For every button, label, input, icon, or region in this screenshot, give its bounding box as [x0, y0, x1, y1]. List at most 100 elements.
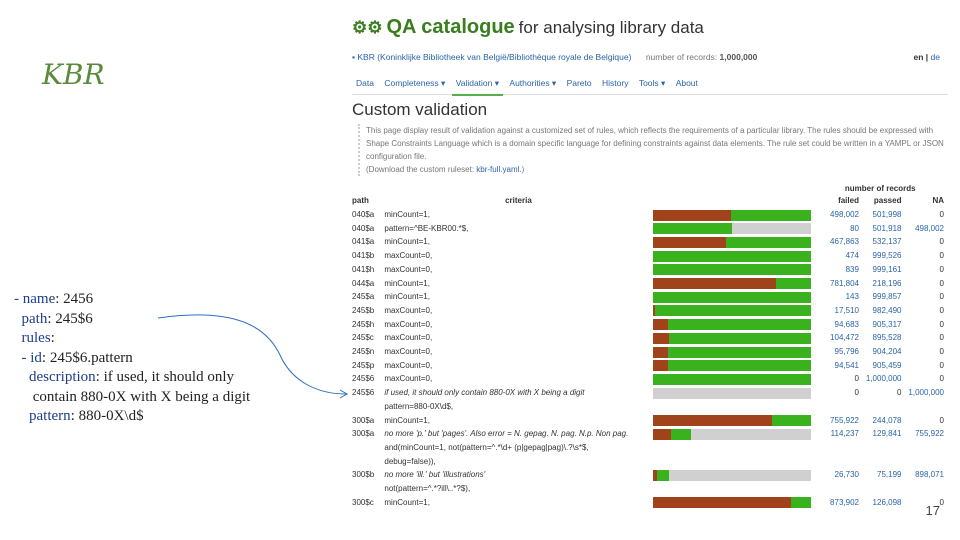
na-segment: [652, 387, 811, 399]
row-bar-cell: [652, 386, 817, 413]
row-passed[interactable]: 532,137: [859, 235, 902, 249]
row-criteria: if used, it should only contain 880-0X w…: [382, 386, 652, 413]
result-bar: [652, 305, 811, 317]
failed-segment: [652, 428, 671, 440]
row-na: 0: [939, 347, 944, 357]
table-row: 041$b maxCount=0, 474 999,526 0: [350, 249, 944, 263]
table-row: 300$a minCount=1, 755,922 244,078 0: [350, 414, 944, 428]
tab-history[interactable]: History: [598, 72, 632, 93]
row-passed[interactable]: 126,098: [859, 496, 902, 510]
row-bar-cell: [652, 222, 817, 236]
result-bar: [652, 428, 811, 440]
row-criteria: minCount=1,: [382, 235, 652, 249]
yaml-rules-value: :: [50, 330, 55, 346]
result-bar: [652, 497, 811, 509]
row-failed[interactable]: 26,730: [816, 468, 859, 495]
row-bar-cell: [652, 414, 817, 428]
criteria-line: no more 'p.' but 'pages'. Also error = N…: [384, 429, 629, 439]
row-failed[interactable]: 498,002: [816, 208, 859, 222]
row-failed[interactable]: 873,902: [816, 496, 859, 510]
row-passed[interactable]: 129,841: [859, 427, 902, 468]
lang-de[interactable]: de: [931, 52, 940, 62]
failed-segment: [652, 209, 732, 221]
tab-completeness[interactable]: Completeness ▾: [380, 72, 449, 94]
tab-tools[interactable]: Tools ▾: [635, 72, 669, 94]
result-bar: [652, 346, 811, 358]
header-failed: failed: [838, 196, 859, 205]
result-bar: [652, 319, 811, 331]
row-failed[interactable]: 781,804: [816, 277, 859, 291]
criteria-line: minCount=1,: [384, 415, 430, 425]
row-bar-cell: [652, 277, 817, 291]
passed-segment: [726, 236, 811, 248]
failed-segment: [652, 415, 772, 427]
lang-en[interactable]: en: [913, 52, 923, 62]
table-row: 041$a minCount=1, 467,863 532,137 0: [350, 235, 944, 249]
table-row: 041$h maxCount=0, 839 999,161 0: [350, 263, 944, 277]
row-passed[interactable]: 999,857: [859, 290, 902, 304]
criteria-line: maxCount=0,: [384, 333, 433, 343]
row-passed[interactable]: 905,459: [859, 359, 902, 373]
row-failed[interactable]: 839: [816, 263, 859, 277]
tab-data[interactable]: Data: [352, 72, 378, 93]
row-na[interactable]: 755,922: [901, 427, 944, 468]
tab-pareto[interactable]: Pareto: [563, 72, 596, 93]
tab-about[interactable]: About: [672, 72, 702, 93]
criteria-line: maxCount=0,: [384, 374, 433, 384]
download-line: (Download the custom ruleset: kbr-full.y…: [366, 165, 525, 174]
row-path: 245$n: [352, 347, 375, 357]
ruleset-download-link[interactable]: kbr-full.yaml: [476, 165, 519, 174]
row-failed[interactable]: 467,863: [816, 235, 859, 249]
row-na[interactable]: 898,071: [901, 468, 944, 495]
row-na[interactable]: 1,000,000: [901, 386, 944, 413]
row-failed[interactable]: 143: [816, 290, 859, 304]
row-passed[interactable]: 905,317: [859, 318, 902, 332]
row-failed[interactable]: 80: [816, 222, 859, 236]
row-passed[interactable]: 895,528: [859, 331, 902, 345]
passed-segment: [667, 346, 811, 358]
row-failed[interactable]: 95,796: [816, 345, 859, 359]
row-criteria: minCount=1,: [382, 414, 652, 428]
row-passed[interactable]: 218,196: [859, 277, 902, 291]
library-link[interactable]: KBR (Koninklijke Bibliotheek van België/…: [357, 52, 631, 62]
qa-catalogue-screenshot: ⚙⚙ QA catalogue for analysing library data…: [350, 10, 950, 530]
row-passed[interactable]: 904,204: [859, 345, 902, 359]
row-failed[interactable]: 94,541: [816, 359, 859, 373]
row-passed[interactable]: 999,526: [859, 249, 902, 263]
library-line: ▪ KBR (Koninklijke Bibliotheek van Belgi…: [352, 52, 757, 62]
row-passed[interactable]: 501,998: [859, 208, 902, 222]
row-passed[interactable]: 75,199: [859, 468, 901, 495]
row-passed[interactable]: 1,000,000: [859, 372, 902, 386]
row-criteria: no more 'ill.' but 'illustrations' not(pa…: [382, 468, 652, 495]
row-path: 245$b: [352, 305, 375, 315]
row-failed[interactable]: 104,472: [816, 331, 859, 345]
row-passed[interactable]: 244,078: [859, 414, 902, 428]
row-na: 0: [939, 210, 944, 219]
row-passed[interactable]: 501,918: [859, 222, 902, 236]
row-na: 0: [939, 292, 944, 302]
row-failed[interactable]: 474: [816, 249, 859, 263]
app-brand[interactable]: ⚙⚙ QA catalogue for analysing library data: [352, 16, 704, 39]
failed-segment: [652, 360, 668, 372]
row-path: 245$h: [352, 319, 375, 329]
row-criteria: pattern=^BE-KBR00.*$,: [382, 222, 652, 236]
row-na: 0: [939, 374, 944, 384]
criteria-line: maxCount=0,: [384, 347, 433, 357]
passed-segment: [652, 373, 811, 385]
row-failed[interactable]: 114,237: [816, 427, 859, 468]
tab-validation[interactable]: Validation ▾: [451, 72, 504, 96]
passed-segment: [656, 469, 669, 481]
row-na[interactable]: 498,002: [901, 222, 944, 236]
criteria-line: pattern=880-0X\d$,: [384, 401, 454, 411]
row-failed[interactable]: 755,922: [816, 414, 859, 428]
row-failed[interactable]: 17,510: [816, 304, 859, 318]
row-bar-cell: [652, 304, 817, 318]
page-number: 17: [925, 503, 940, 518]
row-passed[interactable]: 999,161: [859, 263, 902, 277]
row-path: 300$b: [352, 470, 375, 480]
result-bar: [652, 264, 811, 276]
row-failed[interactable]: 94,683: [816, 318, 859, 332]
yaml-name-key: - name: [14, 291, 56, 307]
tab-authorities[interactable]: Authorities ▾: [505, 72, 560, 94]
row-passed[interactable]: 982,490: [859, 304, 902, 318]
